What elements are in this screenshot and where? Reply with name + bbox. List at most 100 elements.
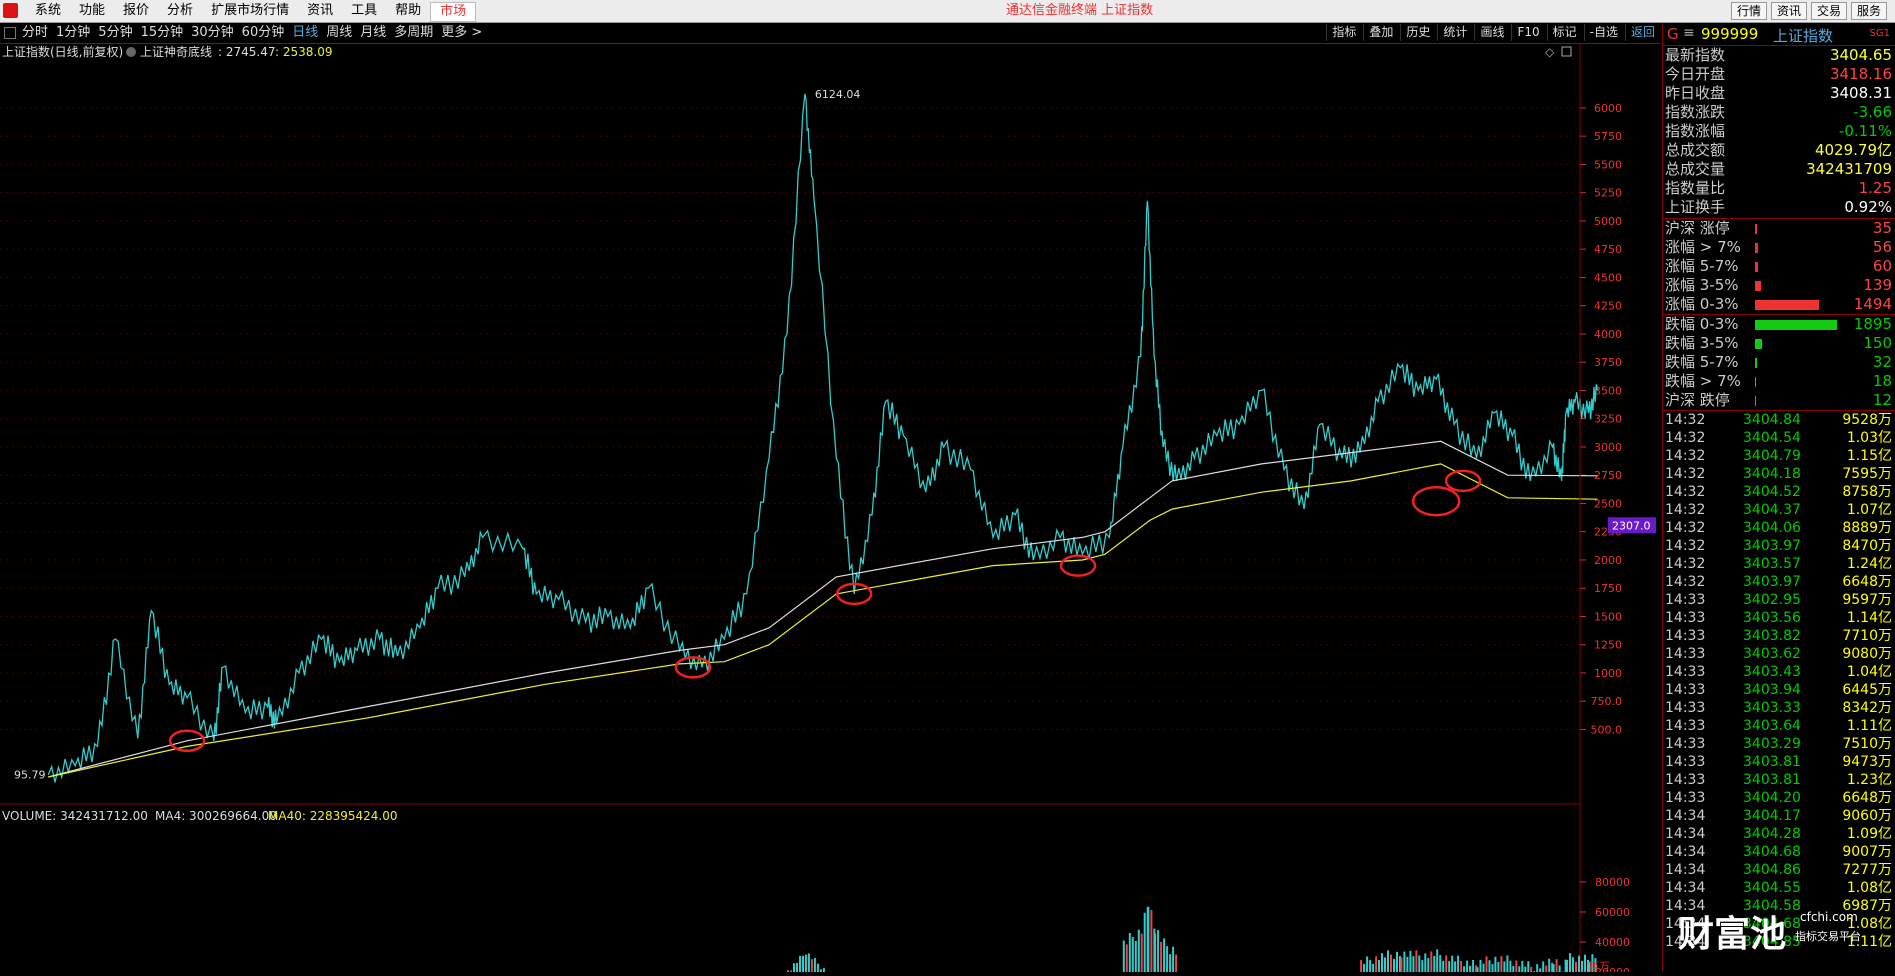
tool-button-7[interactable]: -自选: [1584, 24, 1623, 41]
volume-bar: [1536, 964, 1538, 972]
period-tab-5[interactable]: 60分钟: [242, 25, 285, 41]
period-tab-10[interactable]: 更多 >: [441, 25, 482, 41]
period-tab-3[interactable]: 15分钟: [141, 25, 184, 41]
period-tab-1[interactable]: 1分钟: [56, 25, 90, 41]
menu-item-help[interactable]: 帮助: [386, 2, 430, 22]
security-name: 上证指数: [1773, 25, 1833, 46]
tick-row: 14:333403.338342万: [1663, 699, 1895, 717]
period-tab-7[interactable]: 周线: [326, 25, 352, 41]
menu-item-system[interactable]: 系统: [26, 2, 70, 22]
distribution-bar: [1755, 339, 1762, 349]
volume-bar: [1463, 966, 1465, 972]
tick-amount: 6648万: [1842, 789, 1892, 807]
stat-value: 342431709: [1806, 160, 1892, 179]
volume-bar: [1369, 960, 1371, 972]
menu-item-news[interactable]: 资讯: [298, 2, 342, 22]
period-toolbar: 分时 1分钟 5分钟 15分钟 30分钟 60分钟日线周线月线多周期更多 > 指标叠加历史…: [0, 23, 1660, 44]
tick-amount: 7710万: [1842, 627, 1892, 645]
tick-price: 3403.94: [1743, 681, 1801, 699]
tick-list[interactable]: 14:323404.849528万14:323404.541.03亿14:323…: [1663, 410, 1895, 951]
menu-item-function[interactable]: 功能: [70, 2, 114, 22]
tick-amount: 1.23亿: [1847, 771, 1892, 789]
volume-tick-label: 80000: [1595, 876, 1630, 889]
period-tab-6[interactable]: 日线: [292, 25, 318, 41]
trade-button[interactable]: 交易: [1811, 2, 1847, 20]
volume-bar: [1559, 966, 1561, 973]
volume-bar: [1572, 957, 1574, 972]
menu-item-quote[interactable]: 报价: [114, 2, 158, 22]
volume-bar: [1553, 964, 1555, 972]
y-tick-label: 5250: [1594, 187, 1622, 200]
y-tick-label: 5500: [1594, 158, 1622, 171]
diamond-icon[interactable]: ◇: [1545, 45, 1555, 59]
tick-time: 14:33: [1665, 753, 1705, 771]
volume-bar: [1123, 941, 1125, 973]
tick-price: 3402.95: [1743, 591, 1801, 609]
volume-bar: [1500, 956, 1502, 972]
period-tab-0[interactable]: 分时: [22, 25, 48, 41]
service-button[interactable]: 服务: [1851, 2, 1887, 20]
stat-row: 总成交额4029.79亿: [1663, 141, 1895, 160]
volume-bar: [1506, 956, 1508, 973]
y-tick-label: 1750: [1594, 582, 1622, 595]
distribution-label: 跌幅 > 7%: [1665, 372, 1741, 391]
tick-price: 3404.28: [1743, 825, 1801, 843]
tool-button-3[interactable]: 统计: [1437, 24, 1472, 41]
tick-time: 14:33: [1665, 591, 1705, 609]
tool-button-8[interactable]: 返回: [1625, 24, 1660, 41]
news-button[interactable]: 资讯: [1771, 2, 1807, 20]
stat-label: 最新指数: [1665, 46, 1725, 65]
kline-chart[interactable]: 上证指数(日线,前复权) 上证神奇底线 : 2745.47 : 2538.09 …: [0, 44, 1660, 972]
distribution-row: 跌幅 3-5%150: [1663, 334, 1895, 353]
menu-item-market[interactable]: 市场: [430, 2, 476, 22]
y-tick-label: 4000: [1594, 328, 1622, 341]
volume-bar: [811, 959, 813, 972]
stat-label: 指数量比: [1665, 179, 1725, 198]
volume-bar: [1578, 956, 1580, 972]
distribution-bar: [1755, 377, 1756, 387]
distribution-count: 35: [1873, 219, 1892, 238]
stat-value: 3408.31: [1830, 84, 1892, 103]
tick-row: 14:333403.297510万: [1663, 735, 1895, 753]
volume-bar: [1584, 955, 1586, 972]
volume-bar: [793, 963, 795, 972]
distribution-count: 1895: [1854, 315, 1892, 334]
menu-item-extended-market[interactable]: 扩展市场行情: [202, 2, 298, 22]
tool-button-1[interactable]: 叠加: [1363, 24, 1398, 41]
period-tab-2[interactable]: 5分钟: [98, 25, 132, 41]
tick-price: 3404.18: [1743, 465, 1801, 483]
tick-row: 14:323404.528758万: [1663, 483, 1895, 501]
tool-button-0[interactable]: 指标: [1326, 24, 1361, 41]
y-tick-label: 750.0: [1591, 695, 1623, 708]
period-tab-4[interactable]: 30分钟: [191, 25, 234, 41]
distribution-label: 沪深 跌停: [1665, 391, 1730, 410]
quote-button[interactable]: 行情: [1731, 2, 1767, 20]
indicator-toggle-icon[interactable]: [126, 47, 136, 57]
volume-bar: [1175, 955, 1177, 973]
collapse-icon[interactable]: [4, 27, 16, 39]
volume-bar: [1503, 961, 1505, 972]
tick-price: 3404.54: [1743, 429, 1801, 447]
distribution-label: 跌幅 3-5%: [1665, 334, 1739, 353]
tick-time: 14:32: [1665, 447, 1705, 465]
volume-bar: [1160, 942, 1162, 972]
tick-price: 3403.33: [1743, 699, 1801, 717]
tick-amount: 9007万: [1842, 843, 1892, 861]
stat-row: 上证换手0.92%: [1663, 198, 1895, 217]
y-tick-label: 3750: [1594, 356, 1622, 369]
tool-button-6[interactable]: 标记: [1547, 24, 1582, 41]
tick-price: 3403.57: [1743, 555, 1801, 573]
tick-amount: 7595万: [1842, 465, 1892, 483]
distribution-row: 跌幅 > 7%18: [1663, 372, 1895, 391]
tick-row: 14:333403.629080万: [1663, 645, 1895, 663]
period-tab-9[interactable]: 多周期: [394, 25, 433, 41]
tool-button-5[interactable]: F10: [1511, 24, 1544, 41]
tick-amount: 1.11亿: [1847, 717, 1892, 735]
menu-item-tools[interactable]: 工具: [342, 2, 386, 22]
tool-button-2[interactable]: 历史: [1400, 24, 1435, 41]
tool-button-4[interactable]: 画线: [1474, 24, 1509, 41]
menu-item-analysis[interactable]: 分析: [158, 2, 202, 22]
kline-chart-area[interactable]: 上证指数(日线,前复权) 上证神奇底线 : 2745.47 : 2538.09 …: [0, 44, 1660, 972]
menu-icon[interactable]: ≡: [1683, 25, 1695, 41]
period-tab-8[interactable]: 月线: [360, 25, 386, 41]
